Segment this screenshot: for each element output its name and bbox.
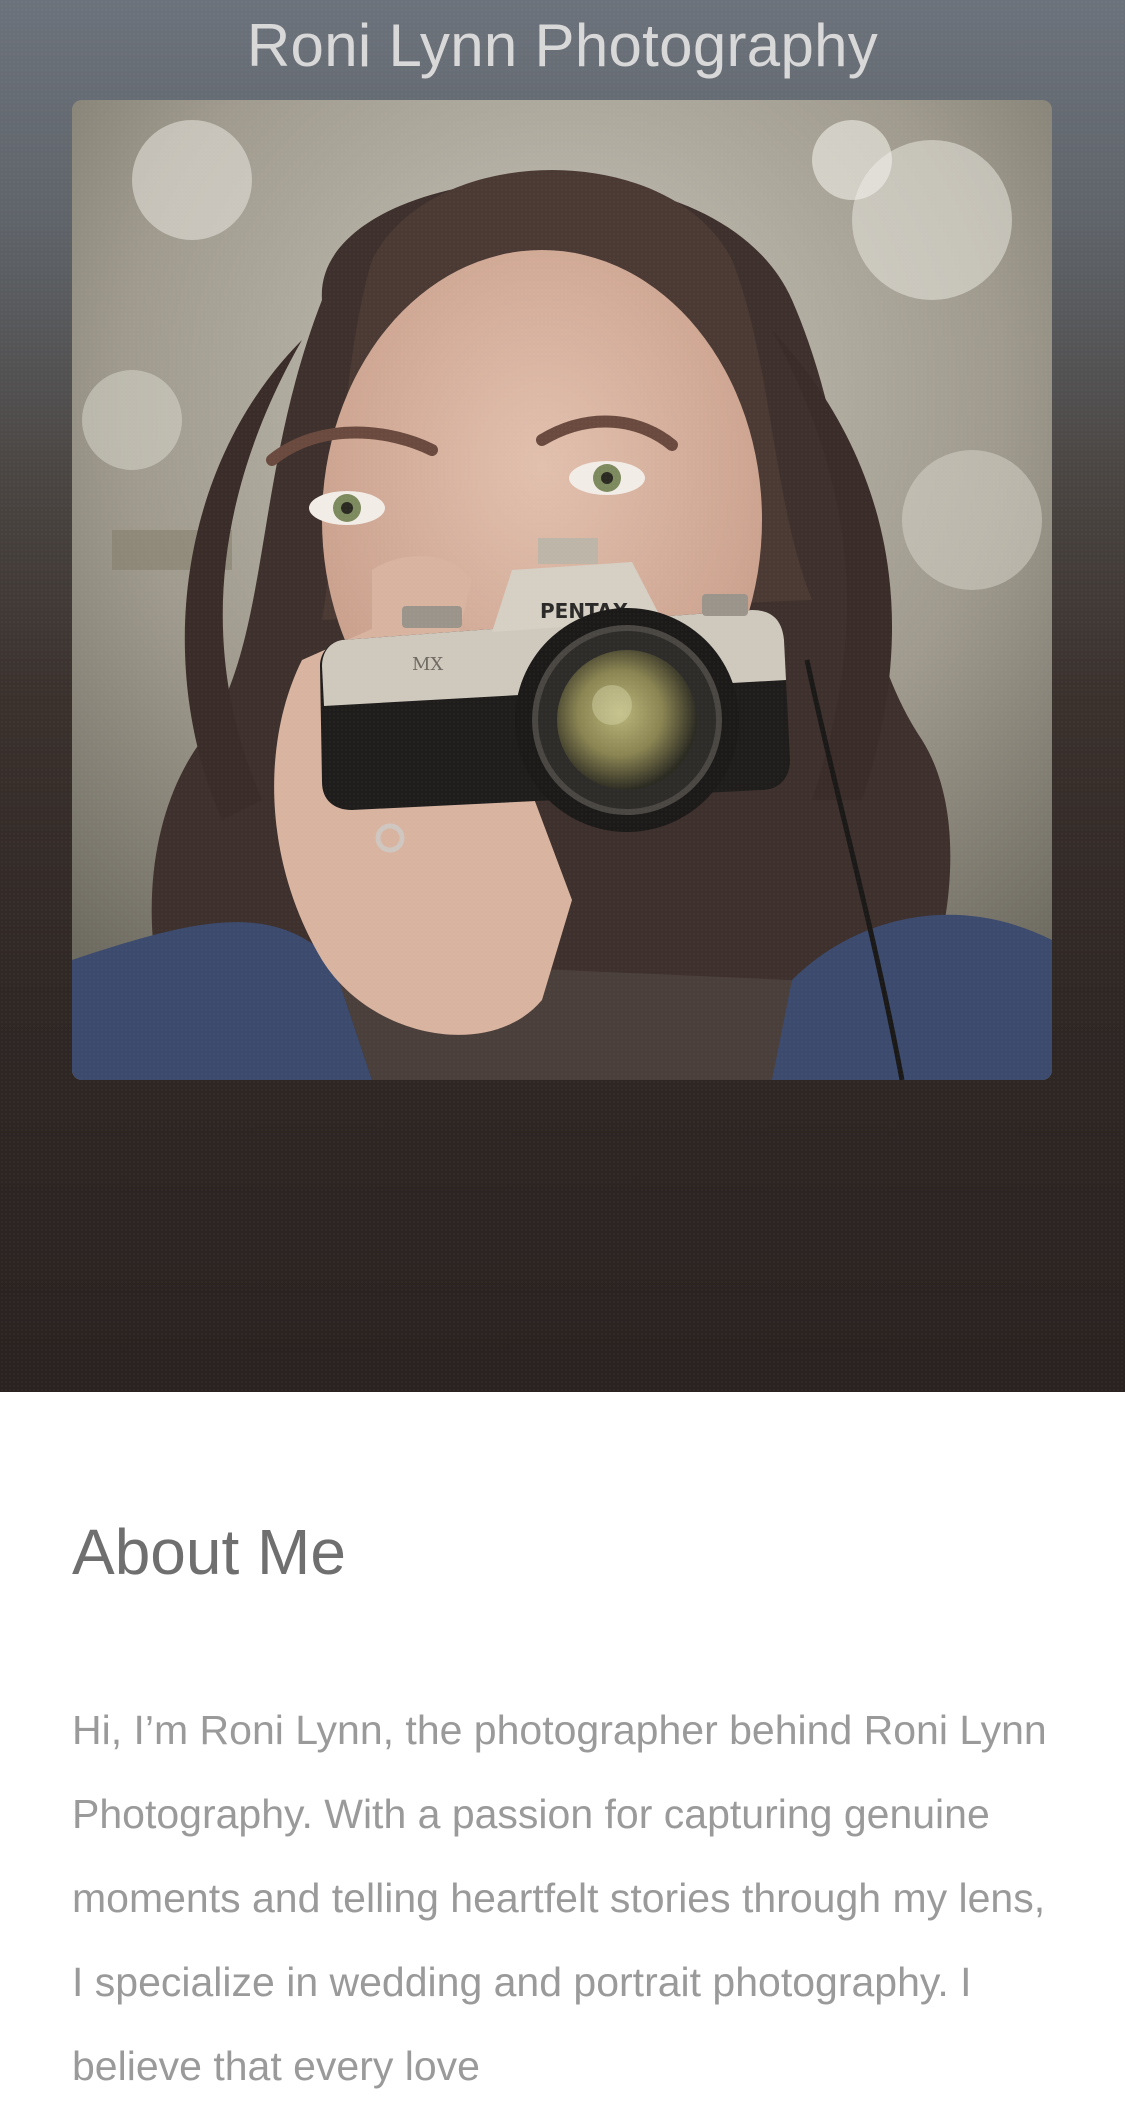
camera-model: MX xyxy=(412,654,443,675)
page: Roni Lynn Photography PENTAX MX About Me… xyxy=(0,0,1125,2109)
site-title[interactable]: Roni Lynn Photography xyxy=(0,8,1125,84)
profile-photo: PENTAX MX xyxy=(72,100,1052,1080)
hero-section: Roni Lynn Photography PENTAX MX xyxy=(0,0,1125,1392)
about-paragraph: Hi, I’m Roni Lynn, the photographer behi… xyxy=(72,1707,1047,2089)
photo-illustration: PENTAX MX xyxy=(72,100,1052,1080)
about-heading: About Me xyxy=(72,1516,346,1588)
